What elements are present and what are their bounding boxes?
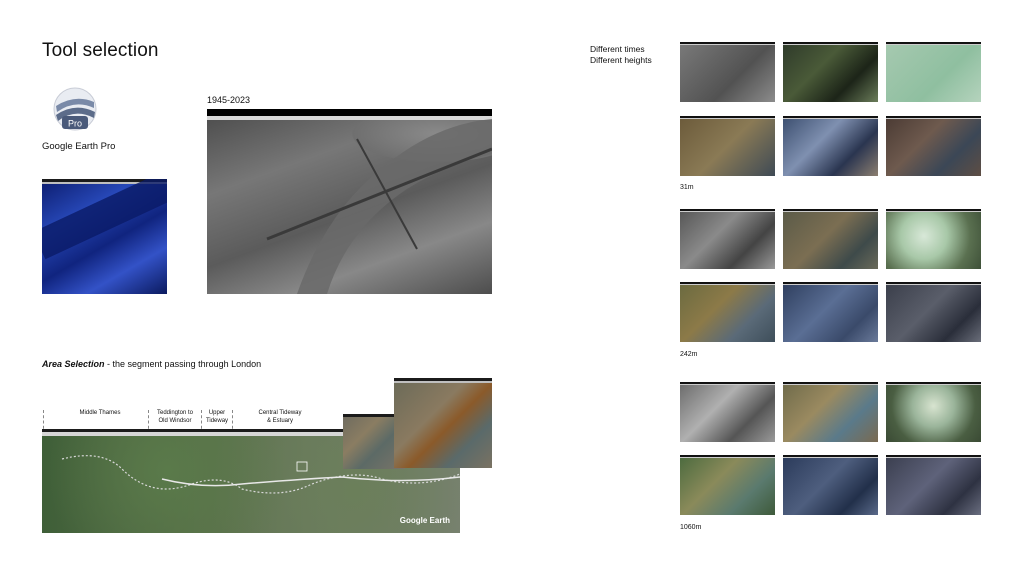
historic-year-range: 1945-2023	[207, 95, 251, 105]
logo-badge-text: Pro	[68, 119, 82, 129]
thumb-1060m-5	[783, 455, 878, 515]
thumb-31m-3	[886, 42, 981, 102]
area-selection-label-bold: Area Selection	[42, 359, 105, 369]
thumb-242m-6	[886, 282, 981, 342]
page-title: Tool selection	[42, 40, 159, 61]
zoom-screenshot-large	[394, 378, 492, 468]
thumb-242m-3	[886, 209, 981, 269]
height-label-1060m: 1060m	[680, 524, 702, 531]
thumb-31m-4	[680, 116, 775, 176]
side-note-line-2: Different heights	[590, 55, 652, 65]
logo-label: Google Earth Pro	[42, 141, 116, 152]
google-earth-watermark: Google Earth	[399, 516, 450, 525]
thumb-1060m-4	[680, 455, 775, 515]
thumb-1060m-3	[886, 382, 981, 442]
thumb-1060m-2	[783, 382, 878, 442]
segment-label-teddington: Teddington to Old Windsor	[156, 410, 194, 424]
thumb-1060m-6	[886, 455, 981, 515]
thumb-1060m-1	[680, 382, 775, 442]
thumb-242m-4	[680, 282, 775, 342]
historic-river-shape	[266, 119, 492, 294]
thumb-242m-1	[680, 209, 775, 269]
thumb-31m-6	[886, 116, 981, 176]
segment-label-middle-thames: Middle Thames	[79, 410, 121, 416]
height-label-242m: 242m	[680, 351, 698, 358]
area-selection-label-rest: - the segment passing through London	[104, 359, 262, 369]
side-note-line-1: Different times	[590, 44, 645, 54]
height-label-31m: 31m	[680, 184, 694, 191]
thumb-242m-5	[783, 282, 878, 342]
thumb-31m-1	[680, 42, 775, 102]
segment-label-central-tideway: Central Tideway & Estuary	[258, 410, 302, 424]
segment-label-upper-tideway: Upper Tideway	[205, 410, 229, 424]
thumb-31m-5	[783, 116, 878, 176]
thumb-31m-2	[783, 42, 878, 102]
historic-aerial-screenshot	[207, 109, 492, 294]
area-selection-label: Area Selection - the segment passing thr…	[42, 359, 261, 369]
side-note: Different times Different heights	[590, 44, 652, 66]
thumb-242m-2	[783, 209, 878, 269]
google-earth-pro-logo: Pro	[52, 86, 98, 132]
google-earth-screenshot-blue	[42, 179, 167, 294]
